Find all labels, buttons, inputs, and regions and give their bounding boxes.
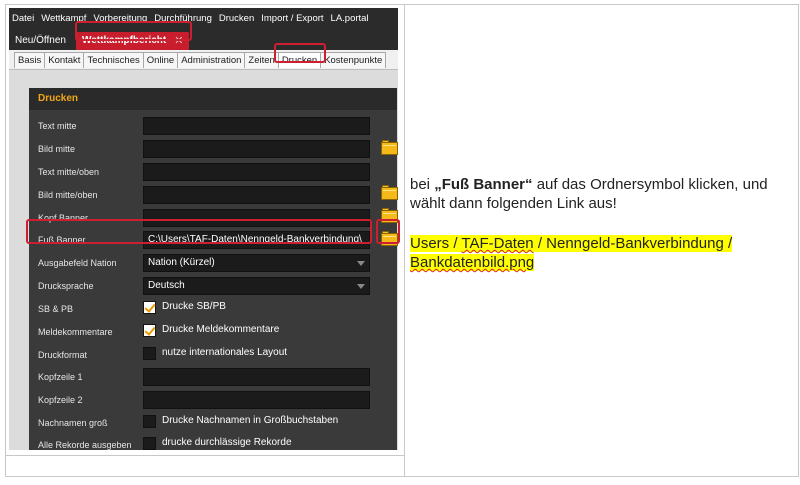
tab-kostenpunkte[interactable]: Kostenpunkte [320, 51, 387, 68]
meldekommentare-checkbox[interactable] [143, 324, 156, 337]
druckformat-checkbox-label: nutze internationales Layout [162, 347, 288, 358]
label-drucksprache: Drucksprache [38, 281, 94, 291]
menu-drucken[interactable]: Drucken [219, 13, 254, 24]
bild-mitte-oben-field[interactable] [143, 186, 370, 204]
highlight-frame-subtab [274, 43, 326, 63]
menu-la-portal[interactable]: LA.portal [331, 13, 369, 24]
sb-pb-checkbox-label: Drucke SB/PB [162, 301, 226, 312]
instruction-text: bei „Fuß Banner“ auf das Ordnersymbol kl… [410, 175, 790, 213]
label-bild-mitte-oben: Bild mitte/oben [38, 190, 98, 200]
label-alle-rekorde: Alle Rekorde ausgeben [38, 440, 132, 450]
panel-header: Drucken [29, 88, 397, 110]
nachnamen-gross-checkbox-label: Drucke Nachnamen in Großbuchstaben [162, 415, 339, 426]
label-ausgabefeld-nation: Ausgabefeld Nation [38, 258, 117, 268]
tab-technisches[interactable]: Technisches [83, 51, 144, 68]
alle-rekorde-checkbox-label: drucke durchlässige Rekorde [162, 437, 292, 448]
text-mitte-field[interactable] [143, 117, 370, 135]
ausgabefeld-nation-value: Nation (Kürzel) [148, 257, 215, 268]
kopfzeile-1-field[interactable] [143, 368, 370, 386]
druckformat-checkbox[interactable] [143, 347, 156, 360]
label-text-mitte-oben: Text mitte/oben [38, 167, 100, 177]
ausgabefeld-nation-select[interactable]: Nation (Kürzel) [143, 254, 370, 272]
highlight-frame-folder [376, 219, 400, 244]
label-nachnamen-gross: Nachnamen groß [38, 418, 108, 428]
panel-title: Drucken [38, 93, 79, 104]
tab-kontakt[interactable]: Kontakt [44, 51, 85, 68]
sb-pb-checkbox[interactable] [143, 301, 156, 314]
label-kopfzeile-1: Kopfzeile 1 [38, 372, 83, 382]
menu-bar: Datei Wettkampf Vorbereitung Durchführun… [9, 8, 398, 28]
label-kopfzeile-2: Kopfzeile 2 [38, 395, 83, 405]
instruction-prefix: bei [410, 176, 435, 193]
menu-datei[interactable]: Datei [12, 13, 34, 24]
row-divider [5, 455, 405, 456]
chevron-down-icon [357, 284, 365, 289]
path-part-3: / Nenngeld-Bankverbindung / [533, 235, 733, 252]
folder-icon[interactable] [381, 140, 398, 155]
bild-mitte-field[interactable] [143, 140, 370, 158]
tab-administration[interactable]: Administration [177, 51, 246, 68]
menu-import-export[interactable]: Import / Export [261, 13, 323, 24]
label-sb-pb: SB & PB [38, 304, 74, 314]
meldekommentare-checkbox-label: Drucke Meldekommentare [162, 324, 280, 335]
drucksprache-value: Deutsch [148, 280, 185, 291]
tab-basis[interactable]: Basis [14, 51, 46, 68]
instruction-bold: „Fuß Banner“ [434, 176, 533, 193]
path-part-4: Bankdatenbild.png [410, 254, 535, 271]
file-path-text: Users / TAF-Daten / Nenngeld-Bankverbind… [410, 234, 794, 272]
folder-icon[interactable] [381, 185, 398, 200]
label-meldekommentare: Meldekommentare [38, 327, 113, 337]
label-bild-mitte: Bild mitte [38, 144, 76, 154]
nachnamen-gross-checkbox[interactable] [143, 415, 156, 428]
tab-online[interactable]: Online [142, 51, 179, 68]
kopfzeile-2-field[interactable] [143, 391, 370, 409]
document-tabs: Neu/Öffnen Wettkampfbericht ✕ [9, 28, 398, 50]
drucksprache-select[interactable]: Deutsch [143, 277, 370, 295]
chevron-down-icon [357, 261, 365, 266]
section-tabs: Basis Kontakt Technisches Online Adminis… [9, 50, 398, 70]
path-part-1: Users / [410, 235, 462, 252]
alle-rekorde-checkbox[interactable] [143, 437, 156, 450]
highlight-frame-fuss-banner [26, 219, 372, 244]
tab-neu-oeffnen[interactable]: Neu/Öffnen [9, 32, 72, 50]
label-druckformat: Druckformat [38, 350, 88, 360]
column-divider [404, 4, 405, 477]
drucken-panel: Drucken Text mitte Bild mitte Text mitte… [29, 88, 398, 450]
highlight-frame-doctab [75, 21, 192, 41]
path-part-2: TAF-Daten [461, 235, 534, 252]
text-mitte-oben-field[interactable] [143, 163, 370, 181]
label-text-mitte: Text mitte [38, 121, 77, 131]
